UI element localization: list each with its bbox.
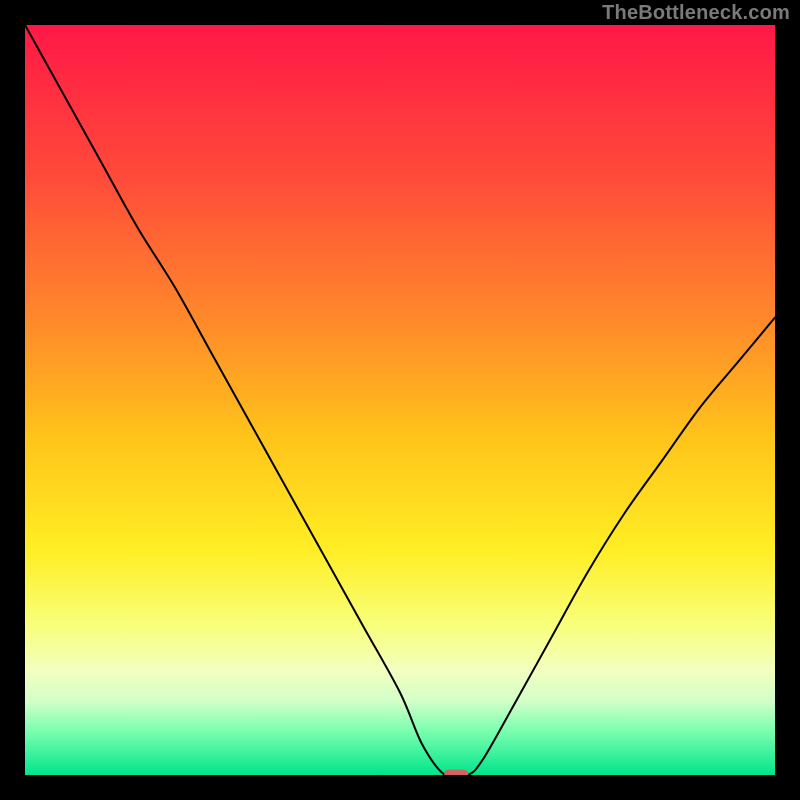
optimal-point-marker xyxy=(444,770,468,775)
gradient-background xyxy=(25,25,775,775)
chart-frame: TheBottleneck.com xyxy=(0,0,800,800)
plot-area xyxy=(25,25,775,775)
chart-svg xyxy=(25,25,775,775)
watermark-text: TheBottleneck.com xyxy=(602,2,790,25)
